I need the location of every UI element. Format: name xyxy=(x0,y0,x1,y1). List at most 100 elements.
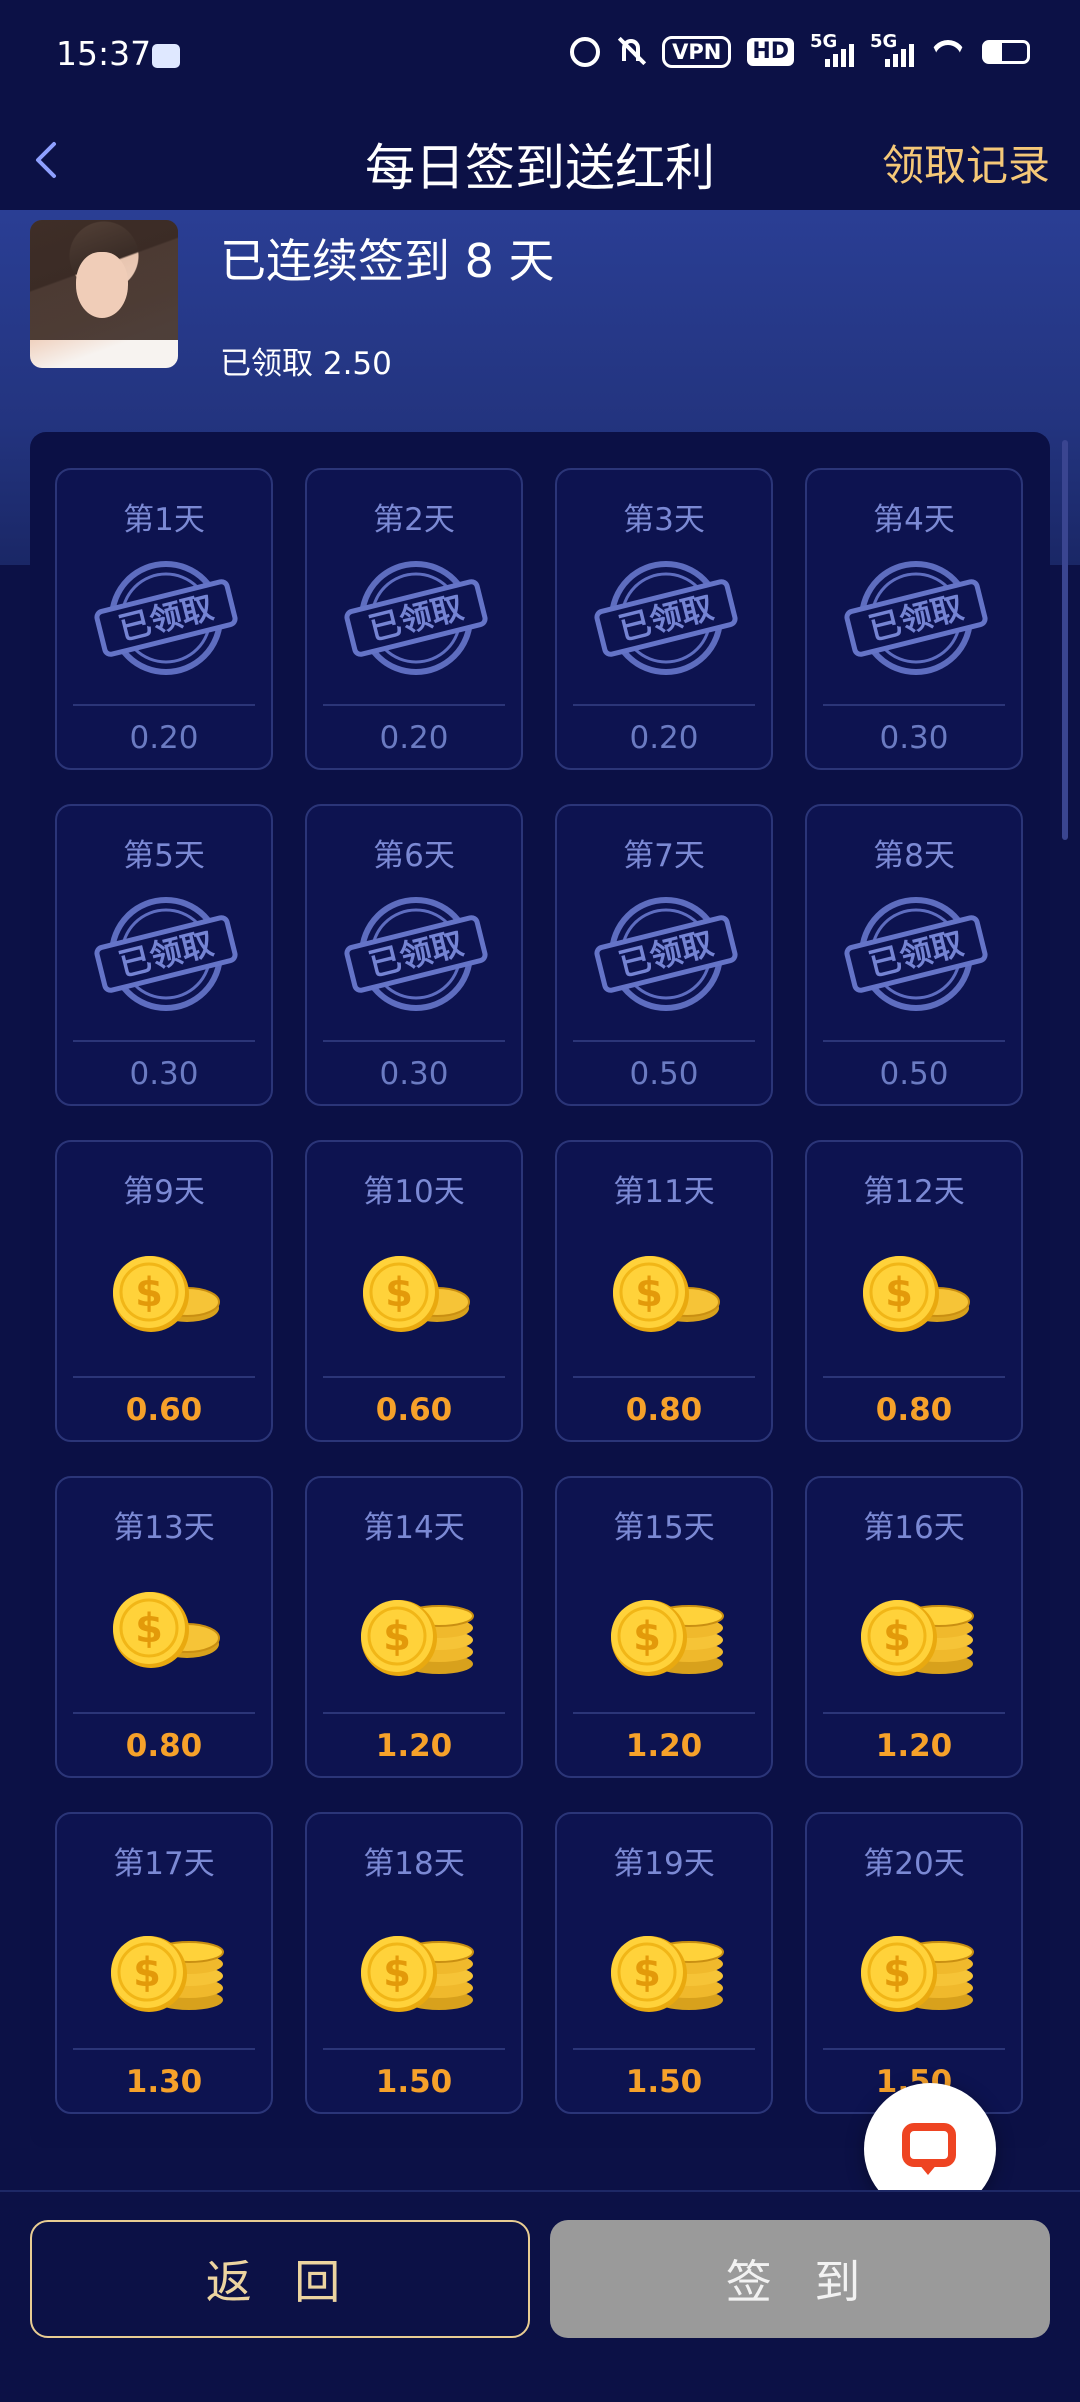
cell-divider xyxy=(323,1712,505,1714)
message-app-icon xyxy=(152,44,180,68)
claimed-stamp-icon: 已领取 xyxy=(844,561,988,675)
day-cell[interactable]: 第19天 $ 1.50 xyxy=(555,1812,773,2114)
claimed-stamp-icon: 已领取 xyxy=(844,897,988,1011)
day-label: 第19天 xyxy=(613,1846,715,1882)
cell-divider xyxy=(73,1376,255,1378)
cell-divider xyxy=(823,2048,1005,2050)
day-amount: 0.60 xyxy=(375,1392,453,1428)
bottom-bar: 返 回 签 到 xyxy=(0,2190,1080,2402)
svg-text:$: $ xyxy=(135,1270,163,1316)
claimed-stamp-icon: 已领取 xyxy=(344,897,488,1011)
claimed-stamp-icon: 已领取 xyxy=(594,897,738,1011)
day-label: 第17天 xyxy=(113,1846,215,1882)
day-amount: 0.30 xyxy=(879,720,949,756)
checkin-grid: 第1天 已领取 0.20 第2天 已领取 0.20 第3天 已领取 0.20 第… xyxy=(30,432,1050,2148)
day-cell[interactable]: 第11天 $ 0.80 xyxy=(555,1140,773,1442)
gold-coin-stack-icon: $ xyxy=(111,1936,224,2012)
cell-divider xyxy=(573,1040,755,1042)
vpn-badge: VPN xyxy=(662,36,732,68)
return-button[interactable]: 返 回 xyxy=(30,2220,530,2338)
day-cell[interactable]: 第2天 已领取 0.20 xyxy=(305,468,523,770)
day-cell[interactable]: 第4天 已领取 0.30 xyxy=(805,468,1023,770)
mute-icon xyxy=(616,37,646,67)
gold-coin-icon: $ xyxy=(113,1256,220,1332)
battery-icon xyxy=(982,40,1030,64)
claimed-stamp-icon: 已领取 xyxy=(594,561,738,675)
scrollbar[interactable] xyxy=(1062,440,1068,840)
status-time: 15:37 xyxy=(56,34,152,73)
day-cell[interactable]: 第10天 $ 0.60 xyxy=(305,1140,523,1442)
day-cell[interactable]: 第7天 已领取 0.50 xyxy=(555,804,773,1106)
day-amount: 1.50 xyxy=(375,2064,453,2100)
day-label: 第5天 xyxy=(123,838,205,874)
cell-divider xyxy=(823,1040,1005,1042)
wifi-icon xyxy=(930,38,966,66)
day-label: 第7天 xyxy=(623,838,705,874)
svg-text:$: $ xyxy=(133,1950,161,1996)
day-label: 第11天 xyxy=(613,1174,715,1210)
day-label: 第2天 xyxy=(373,502,455,538)
day-cell[interactable]: 第12天 $ 0.80 xyxy=(805,1140,1023,1442)
svg-text:$: $ xyxy=(383,1950,411,1996)
day-amount: 1.50 xyxy=(625,2064,703,2100)
day-cell[interactable]: 第18天 $ 1.50 xyxy=(305,1812,523,2114)
svg-text:$: $ xyxy=(633,1614,661,1660)
cell-divider xyxy=(73,704,255,706)
day-cell[interactable]: 第8天 已领取 0.50 xyxy=(805,804,1023,1106)
gold-coin-icon: $ xyxy=(113,1592,220,1668)
day-cell[interactable]: 第1天 已领取 0.20 xyxy=(55,468,273,770)
cell-divider xyxy=(573,1712,755,1714)
day-amount: 1.30 xyxy=(125,2064,203,2100)
status-bar: 15:37 VPN HD 5G 5G xyxy=(0,0,1080,110)
gold-coin-icon: $ xyxy=(863,1256,970,1332)
day-label: 第3天 xyxy=(623,502,705,538)
gold-coin-stack-icon: $ xyxy=(861,1600,974,1676)
signal-icon-1: 5G xyxy=(810,31,854,67)
day-label: 第8天 xyxy=(873,838,955,874)
svg-text:$: $ xyxy=(885,1270,913,1316)
day-amount: 0.20 xyxy=(629,720,699,756)
alarm-icon xyxy=(570,37,601,67)
day-label: 第4天 xyxy=(873,502,955,538)
day-label: 第6天 xyxy=(373,838,455,874)
svg-text:$: $ xyxy=(633,1950,661,1996)
day-amount: 0.80 xyxy=(875,1392,953,1428)
day-cell[interactable]: 第3天 已领取 0.20 xyxy=(555,468,773,770)
cell-divider xyxy=(573,704,755,706)
sign-in-button[interactable]: 签 到 xyxy=(550,2220,1050,2338)
received-text: 已领取 2.50 xyxy=(220,346,392,382)
history-link[interactable]: 领取记录 xyxy=(882,132,1050,193)
cell-divider xyxy=(73,1040,255,1042)
avatar xyxy=(30,220,178,368)
day-cell[interactable]: 第9天 $ 0.60 xyxy=(55,1140,273,1442)
cell-divider xyxy=(323,1376,505,1378)
cell-divider xyxy=(823,1376,1005,1378)
gold-coin-stack-icon: $ xyxy=(861,1936,974,2012)
claimed-stamp-icon: 已领取 xyxy=(94,561,238,675)
day-cell[interactable]: 第16天 $ 1.20 xyxy=(805,1476,1023,1778)
cell-divider xyxy=(823,1712,1005,1714)
cell-divider xyxy=(323,1040,505,1042)
svg-text:$: $ xyxy=(635,1270,663,1316)
day-cell[interactable]: 第15天 $ 1.20 xyxy=(555,1476,773,1778)
day-cell[interactable]: 第17天 $ 1.30 xyxy=(55,1812,273,2114)
day-amount: 1.20 xyxy=(625,1728,703,1764)
day-cell[interactable]: 第6天 已领取 0.30 xyxy=(305,804,523,1106)
day-label: 第13天 xyxy=(113,1510,215,1546)
chat-bubble-icon xyxy=(902,2123,956,2175)
gold-coin-icon: $ xyxy=(613,1256,720,1332)
day-cell[interactable]: 第13天 $ 0.80 xyxy=(55,1476,273,1778)
day-amount: 0.80 xyxy=(625,1392,703,1428)
day-cell[interactable]: 第14天 $ 1.20 xyxy=(305,1476,523,1778)
day-label: 第14天 xyxy=(363,1510,465,1546)
cell-divider xyxy=(323,704,505,706)
day-label: 第9天 xyxy=(123,1174,205,1210)
gold-coin-stack-icon: $ xyxy=(361,1936,474,2012)
day-cell[interactable]: 第5天 已领取 0.30 xyxy=(55,804,273,1106)
claimed-stamp-icon: 已领取 xyxy=(94,897,238,1011)
day-cell[interactable]: 第20天 $ 1.50 xyxy=(805,1812,1023,2114)
day-label: 第18天 xyxy=(363,1846,465,1882)
svg-text:$: $ xyxy=(883,1614,911,1660)
day-amount: 0.50 xyxy=(879,1056,949,1092)
svg-text:$: $ xyxy=(135,1606,163,1652)
